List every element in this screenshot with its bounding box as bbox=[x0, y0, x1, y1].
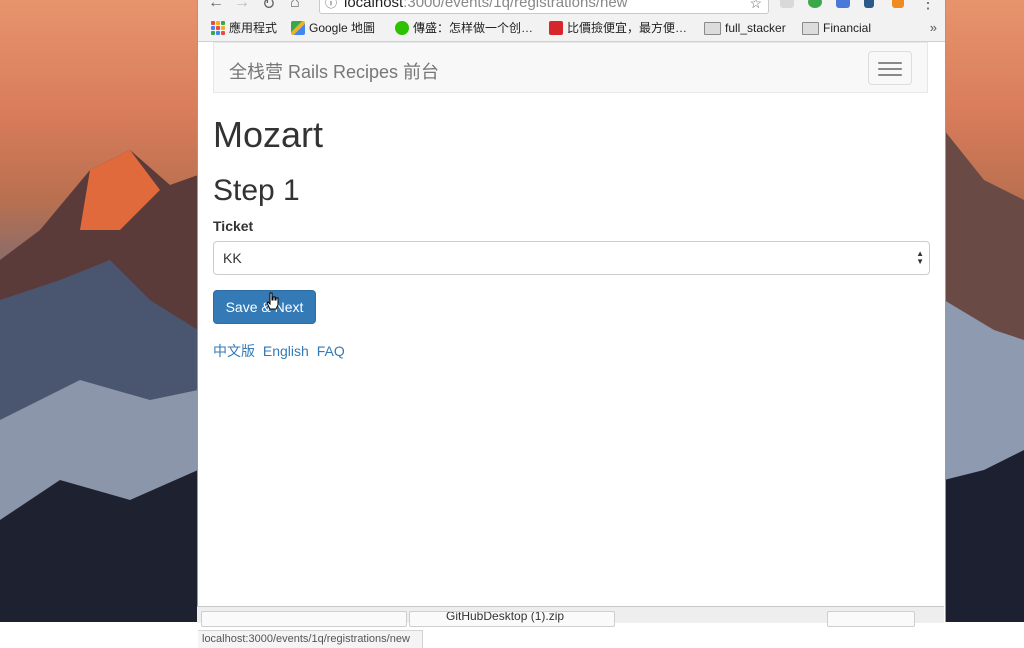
forward-icon[interactable]: → bbox=[234, 0, 250, 12]
link-faq[interactable]: FAQ bbox=[317, 343, 345, 359]
link-english[interactable]: English bbox=[263, 343, 309, 359]
hand-cursor-icon bbox=[266, 292, 279, 310]
bookmark-wechat-article[interactable]: 傳盛：怎样做一个创… bbox=[395, 20, 533, 36]
address-bar[interactable]: ⓘ localhost:3000/events/1q/registrations… bbox=[319, 0, 769, 14]
ticket-select[interactable]: KK ▲ ▼ bbox=[213, 241, 930, 275]
bookmark-label: 傳盛：怎样做一个创… bbox=[413, 21, 534, 35]
download-filename: GitHubDesktop (1).zip bbox=[446, 611, 565, 623]
extension-green-icon[interactable] bbox=[808, 0, 822, 8]
reload-icon[interactable]: ↻ bbox=[262, 0, 275, 14]
download-item-github-desktop[interactable]: GitHubDesktop (1).zip bbox=[409, 611, 615, 627]
bookmark-label: 比價撿便宜，最方便… bbox=[567, 21, 688, 35]
ticket-selected-value: KK bbox=[223, 250, 242, 266]
mountain-wallpaper-right bbox=[944, 130, 1024, 622]
mountain-wallpaper-left bbox=[0, 150, 198, 622]
google-maps-icon bbox=[291, 21, 305, 35]
event-title: Mozart bbox=[213, 114, 324, 155]
status-bar-url: localhost:3000/events/1q/registrations/n… bbox=[198, 630, 423, 648]
apps-grid-icon bbox=[211, 21, 225, 35]
save-next-button[interactable]: Save & Next bbox=[213, 290, 316, 324]
menu-kebab-icon[interactable]: ⋮ bbox=[920, 0, 936, 13]
downloads-shelf: GitHubDesktop (1).zip bbox=[197, 606, 944, 627]
hamburger-line bbox=[878, 68, 902, 70]
home-icon[interactable]: ⌂ bbox=[290, 0, 300, 12]
bookmark-price-compare[interactable]: 比價撿便宜，最方便… bbox=[549, 20, 687, 36]
folder-icon bbox=[704, 21, 721, 35]
extension-fox-icon[interactable] bbox=[892, 0, 904, 8]
price-site-icon bbox=[549, 21, 563, 35]
extension-blue-icon[interactable] bbox=[836, 0, 850, 8]
bookmarks-bar: 應用程式 Google 地圖 傳盛：怎样做一个创… 比價撿便宜，最方便… ful… bbox=[198, 14, 945, 42]
navbar-brand[interactable]: 全栈营 Rails Recipes 前台 bbox=[229, 58, 439, 84]
language-links: 中文版 English FAQ bbox=[213, 341, 349, 361]
bookmark-apps[interactable]: 應用程式 bbox=[211, 20, 277, 36]
hamburger-line bbox=[878, 62, 902, 64]
bookmarks-overflow-chevron[interactable]: » bbox=[930, 20, 937, 35]
bookmark-label: full_stacker bbox=[725, 21, 786, 35]
back-icon[interactable]: ← bbox=[208, 0, 224, 12]
bookmark-label: Google 地圖 bbox=[309, 21, 376, 35]
browser-toolbar: ← → ↻ ⌂ ⓘ localhost:3000/events/1q/regis… bbox=[198, 0, 945, 14]
browser-window: ← → ↻ ⌂ ⓘ localhost:3000/events/1q/regis… bbox=[197, 0, 946, 648]
top-navbar: 全栈营 Rails Recipes 前台 bbox=[213, 42, 928, 93]
bookmark-label: Financial bbox=[823, 21, 872, 35]
select-arrows-icon: ▲ ▼ bbox=[916, 249, 924, 266]
bookmark-folder-financial[interactable]: Financial bbox=[802, 20, 871, 36]
bookmark-folder-full-stacker[interactable]: full_stacker bbox=[704, 20, 786, 36]
bookmark-google-maps[interactable]: Google 地圖 bbox=[291, 20, 375, 36]
info-icon[interactable]: ⓘ bbox=[325, 0, 337, 13]
show-all-downloads-button[interactable] bbox=[827, 611, 915, 627]
hamburger-line bbox=[878, 74, 902, 76]
extension-mail-icon[interactable] bbox=[780, 0, 794, 8]
download-item[interactable] bbox=[201, 611, 407, 627]
step-heading: Step 1 bbox=[213, 174, 300, 207]
url-host: localhost bbox=[344, 0, 404, 11]
extension-pin-icon[interactable] bbox=[864, 0, 874, 8]
link-chinese[interactable]: 中文版 bbox=[213, 343, 255, 359]
url-path: :3000/events/1q/registrations/new bbox=[403, 0, 628, 11]
bookmark-label: 應用程式 bbox=[229, 21, 278, 35]
wechat-icon bbox=[395, 21, 409, 35]
bookmark-star-icon[interactable]: ☆ bbox=[749, 0, 762, 13]
page-content: 全栈营 Rails Recipes 前台 Mozart Step 1 Ticke… bbox=[198, 42, 945, 648]
ticket-label: Ticket bbox=[213, 218, 254, 234]
navbar-toggle-button[interactable] bbox=[868, 51, 912, 85]
folder-icon bbox=[802, 21, 819, 35]
